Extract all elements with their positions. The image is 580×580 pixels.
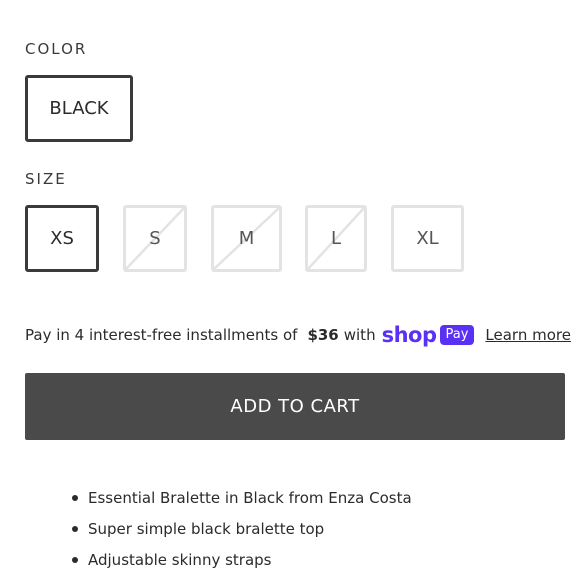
feature-text: Essential Bralette in Black from Enza Co… — [88, 489, 412, 507]
size-option-label: M — [238, 228, 255, 249]
shop-pay-logo-shop: shop — [381, 322, 437, 347]
size-option-s[interactable]: S — [123, 205, 187, 272]
bullet-icon — [72, 526, 78, 532]
size-option-xs[interactable]: XS — [25, 205, 99, 272]
bullet-icon — [72, 557, 78, 563]
size-option-m[interactable]: M — [211, 205, 282, 272]
color-option-black[interactable]: BLACK — [25, 75, 133, 142]
installment-amount: $36 — [307, 326, 339, 344]
feature-text: Super simple black bralette top — [88, 520, 325, 538]
add-to-cart-button[interactable]: ADD TO CART — [25, 373, 565, 440]
feature-text: Adjustable skinny straps — [88, 551, 272, 569]
size-option-label: S — [149, 228, 161, 249]
shop-pay-logo: shop Pay — [381, 322, 475, 347]
size-option-xl[interactable]: XL — [391, 205, 464, 272]
installments-prefix: Pay in 4 interest-free installments of — [25, 326, 298, 344]
shop-pay-logo-pay: Pay — [439, 325, 475, 345]
product-features-list: Essential Bralette in Black from Enza Co… — [72, 487, 412, 580]
list-item: Essential Bralette in Black from Enza Co… — [72, 487, 412, 518]
size-option-l[interactable]: L — [305, 205, 367, 272]
size-option-label: XS — [50, 228, 74, 249]
size-option-label: L — [330, 228, 342, 249]
bullet-icon — [72, 495, 78, 501]
size-label: SIZE — [25, 170, 67, 188]
color-label: COLOR — [25, 40, 88, 58]
installments-message: Pay in 4 interest-free installments of $… — [25, 322, 571, 348]
list-item: Super simple black bralette top — [72, 518, 412, 549]
installments-suffix: with — [343, 326, 376, 344]
color-option-label: BLACK — [49, 98, 109, 119]
size-option-label: XL — [416, 228, 439, 249]
learn-more-link[interactable]: Learn more — [485, 326, 571, 344]
list-item: Adjustable skinny straps — [72, 549, 412, 580]
